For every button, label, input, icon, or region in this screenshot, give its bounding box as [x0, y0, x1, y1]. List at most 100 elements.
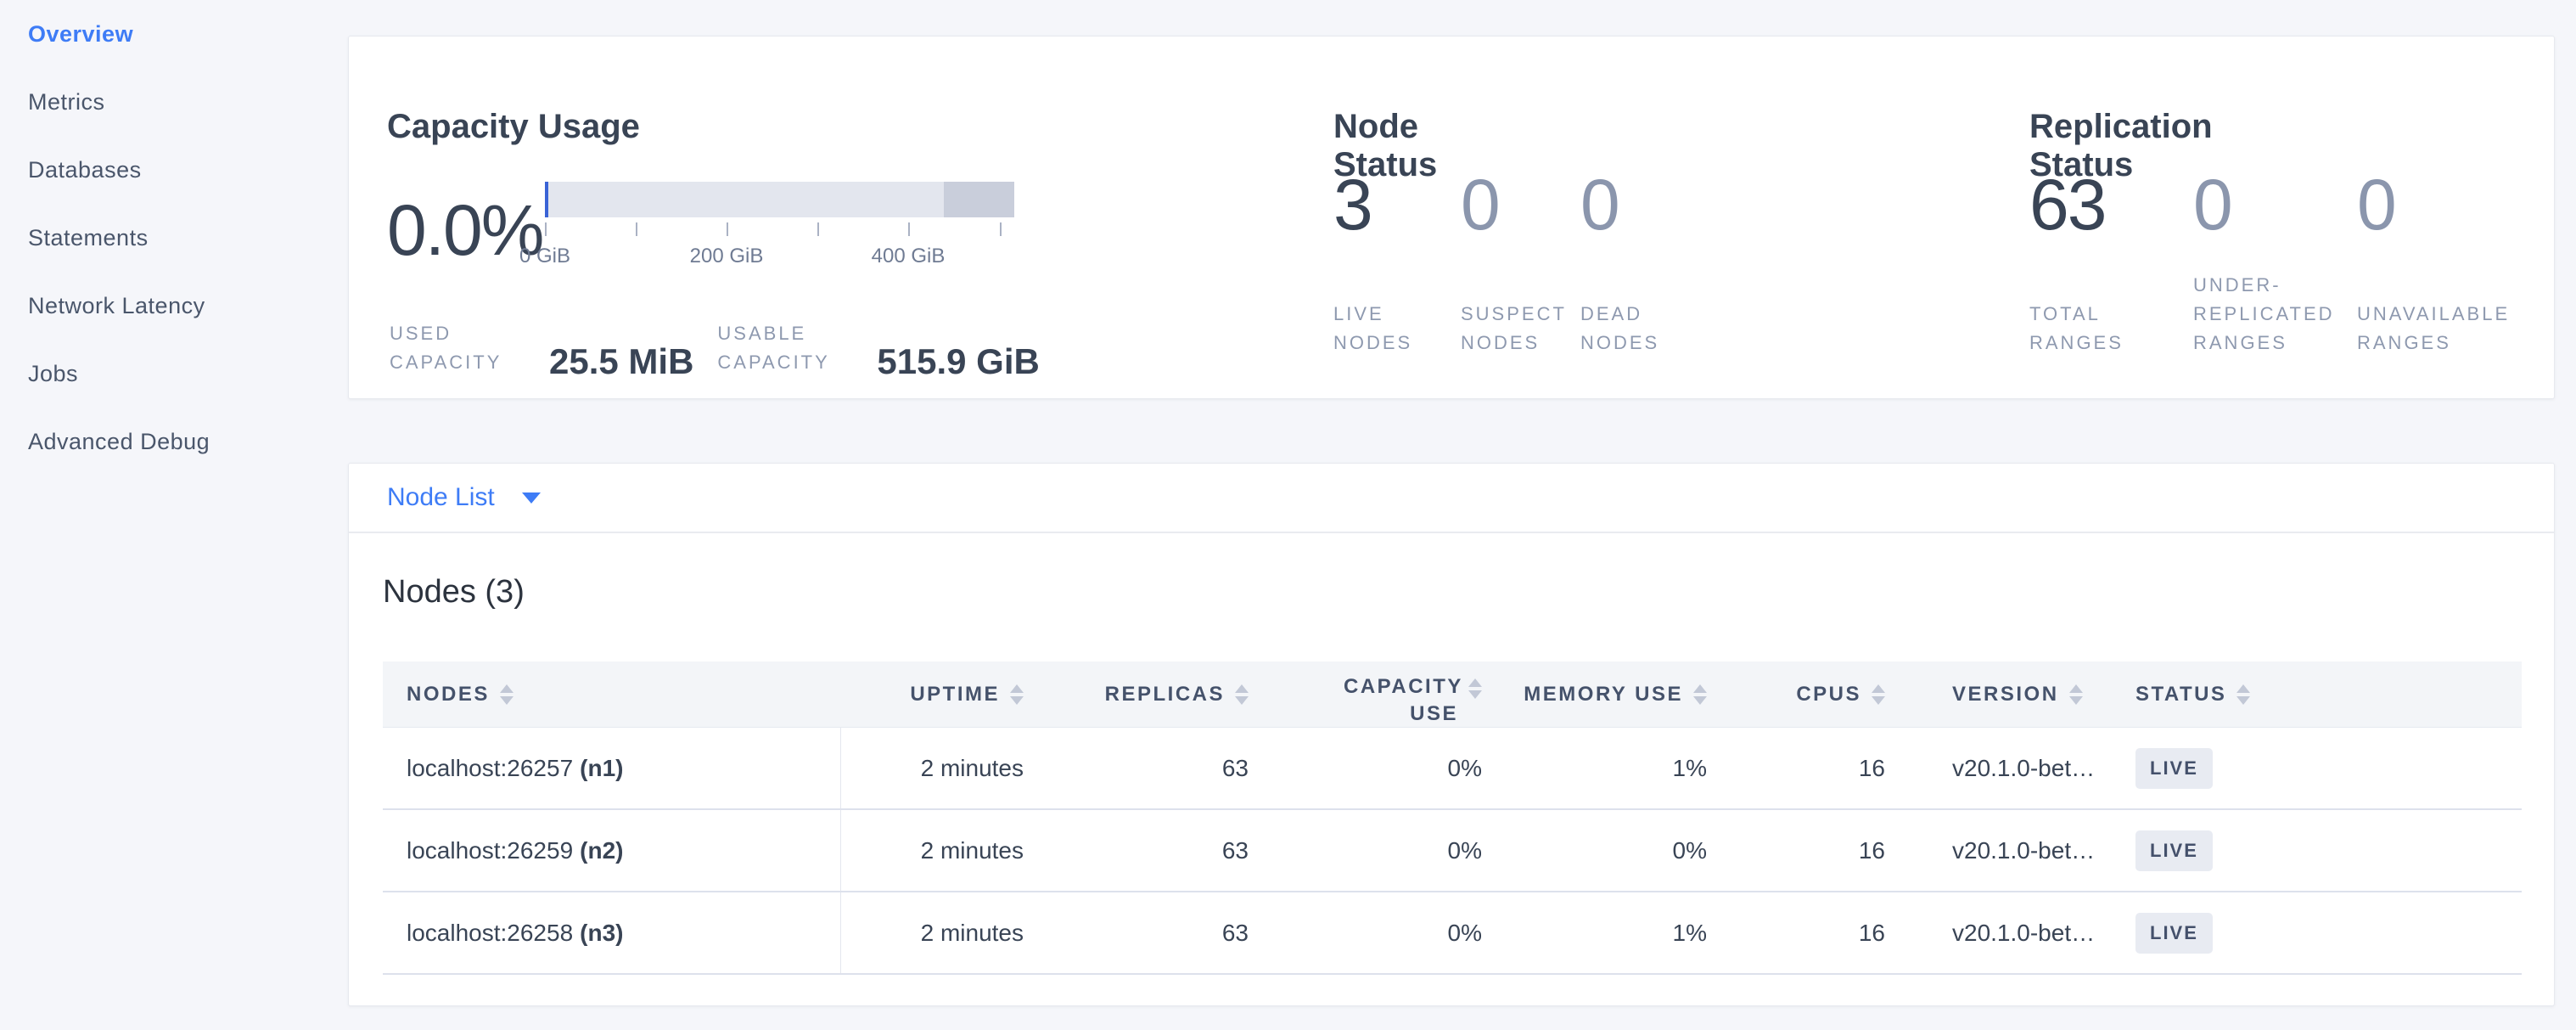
- memory-use-cell: 1%: [1490, 728, 1715, 808]
- column-label: REPLICAS: [1105, 683, 1225, 706]
- sidebar-item-metrics[interactable]: Metrics: [28, 68, 334, 136]
- cpus-cell: 16: [1715, 728, 1894, 808]
- sort-icon: [2236, 684, 2250, 705]
- capacity-bar-other-segment: [944, 182, 1014, 217]
- chevron-down-icon: [522, 492, 541, 504]
- unavailable-ranges-stat: 0 UNAVAILABLE RANGES: [2357, 164, 2535, 357]
- status-cell: LIVE: [2135, 728, 2522, 808]
- uptime-cell: 2 minutes: [841, 728, 1032, 808]
- node-name: (n2): [580, 837, 623, 864]
- uptime-cell: 2 minutes: [841, 810, 1032, 891]
- node-status-stats: 3 LIVE NODES 0 SUSPECT NODES 0 DEAD NODE…: [1333, 164, 1708, 357]
- node-name: (n1): [580, 755, 623, 782]
- table-row-n1[interactable]: localhost:26257 (n1) 2 minutes 63 0% 1% …: [383, 728, 2522, 810]
- node-name: (n3): [580, 920, 623, 947]
- column-label: STATUS: [2135, 683, 2226, 706]
- node-address: localhost:26259: [407, 837, 573, 864]
- memory-use-cell: 0%: [1490, 810, 1715, 891]
- column-header-cpus[interactable]: CPUS: [1715, 661, 1894, 729]
- under-replicated-ranges-stat: 0 UNDER-REPLICATED RANGES: [2193, 164, 2346, 357]
- capacity-use-cell: 0%: [1257, 810, 1490, 891]
- live-nodes-label: LIVE NODES: [1333, 300, 1450, 357]
- under-replicated-ranges-value: 0: [2193, 164, 2346, 246]
- column-header-replicas[interactable]: REPLICAS: [1032, 661, 1257, 729]
- axis-tick: [545, 222, 547, 236]
- sidebar-item-advanced-debug[interactable]: Advanced Debug: [28, 408, 334, 476]
- axis-tick-label: 200 GiB: [676, 245, 777, 268]
- column-header-nodes[interactable]: NODES: [383, 661, 841, 729]
- status-badge: LIVE: [2135, 913, 2213, 954]
- cluster-summary-card: Capacity Usage 0.0% 0 GiB 200 GiB 400 Gi…: [348, 36, 2555, 399]
- axis-tick-label: 400 GiB: [857, 245, 959, 268]
- view-selector-label: Node List: [387, 483, 495, 512]
- status-badge: LIVE: [2135, 748, 2213, 789]
- node-list-card: Node List Nodes (3) NODES UPTIME REPLICA…: [348, 463, 2555, 1006]
- nodes-table-header: NODES UPTIME REPLICAS CAPACITY USE MEMOR…: [383, 661, 2522, 728]
- replication-status-stats: 63 TOTAL RANGES 0 UNDER-REPLICATED RANGE…: [2029, 164, 2535, 357]
- column-header-memory-use[interactable]: MEMORY USE: [1490, 661, 1715, 729]
- axis-tick: [908, 222, 910, 236]
- sidebar-item-overview[interactable]: Overview: [28, 0, 334, 68]
- column-label: CPUS: [1796, 683, 1861, 706]
- replicas-cell: 63: [1032, 892, 1257, 973]
- capacity-stats: USED CAPACITY 25.5 MiB USABLE CAPACITY 5…: [390, 319, 1064, 382]
- axis-tick: [636, 222, 637, 236]
- dead-nodes-stat: 0 DEAD NODES: [1580, 164, 1708, 357]
- sidebar-item-databases[interactable]: Databases: [28, 136, 334, 204]
- capacity-bar-axis: 0 GiB 200 GiB 400 GiB: [545, 222, 1014, 299]
- column-label: VERSION: [1952, 683, 2059, 706]
- column-label: NODES: [407, 683, 490, 706]
- status-cell: LIVE: [2135, 892, 2522, 973]
- total-ranges-label: TOTAL RANGES: [2029, 300, 2165, 357]
- column-label: MEMORY USE: [1524, 683, 1683, 706]
- node-address: localhost:26258: [407, 920, 573, 947]
- node-address-cell: localhost:26257 (n1): [383, 728, 841, 808]
- replicas-cell: 63: [1032, 728, 1257, 808]
- sort-icon: [1693, 684, 1707, 705]
- axis-tick: [817, 222, 819, 236]
- cpus-cell: 16: [1715, 810, 1894, 891]
- sidebar-item-jobs[interactable]: Jobs: [28, 340, 334, 408]
- used-capacity-label: USED CAPACITY: [390, 319, 525, 382]
- column-header-version[interactable]: VERSION: [1894, 661, 2135, 729]
- cpus-cell: 16: [1715, 892, 1894, 973]
- nodes-count-heading: Nodes (3): [383, 574, 525, 611]
- total-ranges-stat: 63 TOTAL RANGES: [2029, 164, 2182, 357]
- usable-capacity-value: 515.9 GiB: [877, 341, 1039, 382]
- live-nodes-value: 3: [1333, 164, 1450, 246]
- status-cell: LIVE: [2135, 810, 2522, 891]
- capacity-use-cell: 0%: [1257, 728, 1490, 808]
- sidebar-item-statements[interactable]: Statements: [28, 204, 334, 272]
- axis-tick-label: 0 GiB: [494, 245, 596, 268]
- table-row-n2[interactable]: localhost:26259 (n2) 2 minutes 63 0% 0% …: [383, 810, 2522, 892]
- column-header-status[interactable]: STATUS: [2135, 661, 2522, 729]
- version-cell: v20.1.0-bet…: [1894, 810, 2135, 891]
- unavailable-ranges-label: UNAVAILABLE RANGES: [2357, 300, 2493, 357]
- column-label: CAPACITY USE: [1344, 673, 1458, 729]
- nodes-table: NODES UPTIME REPLICAS CAPACITY USE MEMOR…: [383, 661, 2522, 975]
- live-nodes-stat: 3 LIVE NODES: [1333, 164, 1450, 357]
- table-row-n3[interactable]: localhost:26258 (n3) 2 minutes 63 0% 1% …: [383, 892, 2522, 975]
- sidebar-item-network-latency[interactable]: Network Latency: [28, 272, 334, 340]
- sort-icon: [2069, 684, 2083, 705]
- dead-nodes-value: 0: [1580, 164, 1708, 246]
- version-cell: v20.1.0-bet…: [1894, 728, 2135, 808]
- sidebar: Overview Metrics Databases Statements Ne…: [28, 0, 334, 476]
- view-selector-dropdown[interactable]: Node List: [349, 464, 2554, 533]
- column-header-uptime[interactable]: UPTIME: [841, 661, 1032, 729]
- memory-use-cell: 1%: [1490, 892, 1715, 973]
- uptime-cell: 2 minutes: [841, 892, 1032, 973]
- sort-icon: [1872, 684, 1885, 705]
- suspect-nodes-value: 0: [1461, 164, 1569, 246]
- capacity-usage-bar: [545, 182, 1014, 217]
- sort-icon: [500, 684, 514, 705]
- dead-nodes-label: DEAD NODES: [1580, 300, 1708, 357]
- replicas-cell: 63: [1032, 810, 1257, 891]
- capacity-use-cell: 0%: [1257, 892, 1490, 973]
- sort-icon: [1468, 678, 1482, 699]
- column-label: UPTIME: [910, 683, 1000, 706]
- sort-icon: [1010, 684, 1024, 705]
- node-address: localhost:26257: [407, 755, 573, 782]
- node-address-cell: localhost:26258 (n3): [383, 892, 841, 973]
- column-header-capacity-use[interactable]: CAPACITY USE: [1257, 661, 1490, 729]
